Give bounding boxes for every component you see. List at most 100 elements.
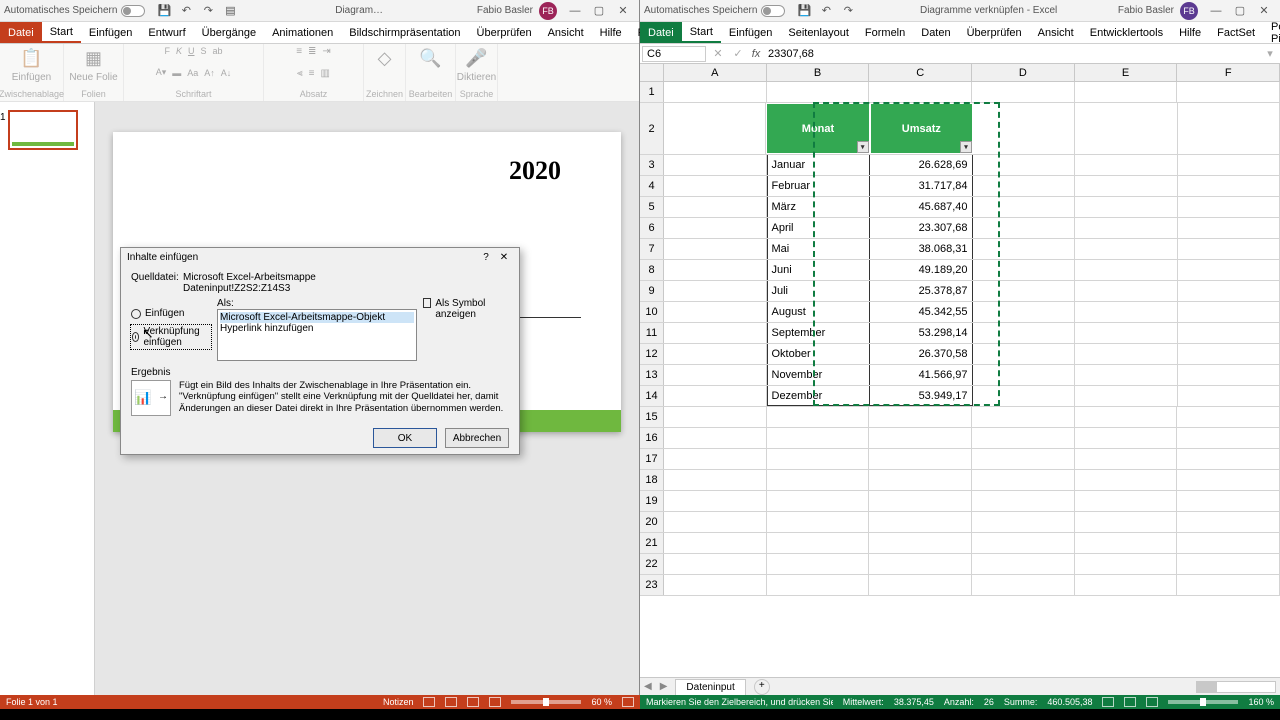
cell-A8[interactable] [664, 260, 767, 280]
row-header-13[interactable]: 13 [640, 365, 664, 385]
cell-E6[interactable] [1075, 218, 1178, 238]
cell-C3[interactable]: 26.628,69 [870, 155, 973, 175]
cell-C15[interactable] [869, 407, 972, 427]
cell-C2[interactable]: Umsatz▾ [870, 103, 973, 154]
cell-D5[interactable] [973, 197, 1076, 217]
cell-B2[interactable]: Monat▾ [766, 103, 869, 154]
cell-C22[interactable] [869, 554, 972, 574]
cell-C4[interactable]: 31.717,84 [870, 176, 973, 196]
list-item-hyperlink[interactable]: Hyperlink hinzufügen [220, 323, 414, 334]
col-header-D[interactable]: D [972, 64, 1075, 81]
cell-F15[interactable] [1177, 407, 1280, 427]
notes-button[interactable]: Notizen [383, 697, 414, 707]
row-header-12[interactable]: 12 [640, 344, 664, 364]
cell-F18[interactable] [1177, 470, 1280, 490]
cell-F1[interactable] [1177, 82, 1280, 102]
ex-tab-layout[interactable]: Seitenlayout [780, 22, 857, 43]
cell-F8[interactable] [1178, 260, 1280, 280]
paste-icon[interactable]: 📋 [19, 46, 43, 70]
ex-tab-start[interactable]: Start [682, 22, 721, 43]
cell-E20[interactable] [1075, 512, 1178, 532]
fx-icon[interactable]: fx [748, 48, 764, 60]
ex-redo-icon[interactable]: ↷ [840, 3, 856, 19]
pp-zoom-slider[interactable] [511, 700, 581, 704]
cell-C13[interactable]: 41.566,97 [870, 365, 973, 385]
cell-C12[interactable]: 26.370,58 [870, 344, 973, 364]
ex-window-restore-icon[interactable]: ▢ [1228, 4, 1252, 17]
cell-A7[interactable] [664, 239, 767, 259]
row-header-16[interactable]: 16 [640, 428, 664, 448]
ex-tab-file[interactable]: Datei [640, 22, 682, 43]
cell-B5[interactable]: März [767, 197, 871, 217]
cell-D7[interactable] [973, 239, 1076, 259]
cell-E21[interactable] [1075, 533, 1178, 553]
cell-A11[interactable] [664, 323, 767, 343]
cell-F5[interactable] [1178, 197, 1280, 217]
cell-B7[interactable]: Mai [767, 239, 871, 259]
cell-C17[interactable] [869, 449, 972, 469]
cell-F12[interactable] [1178, 344, 1280, 364]
tab-help[interactable]: Hilfe [592, 22, 630, 43]
cell-E1[interactable] [1075, 82, 1178, 102]
row-header-21[interactable]: 21 [640, 533, 664, 553]
ex-tab-dev[interactable]: Entwicklertools [1082, 22, 1171, 43]
view-normal-icon[interactable] [423, 697, 435, 707]
cell-C7[interactable]: 38.068,31 [870, 239, 973, 259]
select-all-corner[interactable] [640, 64, 664, 81]
col-header-E[interactable]: E [1075, 64, 1178, 81]
autosave-toggle[interactable] [121, 5, 145, 17]
sheet-nav-next-icon[interactable]: ▶ [660, 681, 668, 692]
save-icon[interactable]: 💾 [156, 3, 172, 19]
cell-B17[interactable] [767, 449, 870, 469]
cell-D1[interactable] [972, 82, 1075, 102]
window-minimize-icon[interactable]: — [563, 5, 587, 17]
cell-A4[interactable] [664, 176, 767, 196]
cell-E2[interactable] [1075, 103, 1177, 154]
row-header-3[interactable]: 3 [640, 155, 664, 175]
cell-E15[interactable] [1075, 407, 1178, 427]
name-box[interactable]: C6 [642, 46, 706, 62]
grid-body[interactable]: 12Monat▾Umsatz▾3Januar26.628,694Februar3… [640, 82, 1280, 677]
pp-zoom-value[interactable]: 60 % [591, 697, 612, 707]
cell-F9[interactable] [1178, 281, 1280, 301]
view-reading-icon[interactable] [467, 697, 479, 707]
ok-button[interactable]: OK [373, 428, 437, 448]
indent-icon[interactable]: ⇥ [322, 46, 330, 57]
cell-F2[interactable] [1178, 103, 1280, 154]
cell-E17[interactable] [1075, 449, 1178, 469]
cell-E4[interactable] [1075, 176, 1178, 196]
row-header-17[interactable]: 17 [640, 449, 664, 469]
row-header-10[interactable]: 10 [640, 302, 664, 322]
font-bold[interactable]: F [164, 46, 170, 56]
expand-formula-icon[interactable]: ▾ [1262, 47, 1278, 60]
font-highlight-icon[interactable]: ▬ [172, 68, 181, 78]
cell-B8[interactable]: Juni [767, 260, 871, 280]
ex-window-minimize-icon[interactable]: — [1204, 5, 1228, 17]
radio-paste-link[interactable]: Verknüpfung einfügen [131, 325, 211, 349]
find-icon[interactable]: 🔍 [419, 46, 443, 70]
cell-A12[interactable] [664, 344, 767, 364]
cell-C1[interactable] [869, 82, 972, 102]
col-header-A[interactable]: A [664, 64, 767, 81]
cell-B1[interactable] [767, 82, 870, 102]
font-sizedown-icon[interactable]: A↓ [221, 68, 232, 78]
tab-design[interactable]: Entwurf [140, 22, 193, 43]
font-italic[interactable]: K [176, 46, 182, 56]
ex-undo-icon[interactable]: ↶ [818, 3, 834, 19]
cell-D16[interactable] [972, 428, 1075, 448]
dialog-help-icon[interactable]: ? [477, 252, 495, 263]
font-case-icon[interactable]: Aa [187, 68, 198, 78]
row-header-22[interactable]: 22 [640, 554, 664, 574]
font-underline[interactable]: U [188, 46, 195, 56]
bullets-icon[interactable]: ≡ [296, 46, 302, 57]
cell-C21[interactable] [869, 533, 972, 553]
redo-icon[interactable]: ↷ [200, 3, 216, 19]
font-shadow-icon[interactable]: ab [213, 46, 223, 56]
newslide-icon[interactable]: ▦ [81, 46, 105, 70]
cell-D13[interactable] [973, 365, 1076, 385]
pp-user-avatar[interactable]: FB [539, 2, 557, 20]
tab-slideshow[interactable]: Bildschirmpräsentation [341, 22, 468, 43]
cell-C10[interactable]: 45.342,55 [870, 302, 973, 322]
cell-F23[interactable] [1177, 575, 1280, 595]
cell-D2[interactable] [973, 103, 1075, 154]
